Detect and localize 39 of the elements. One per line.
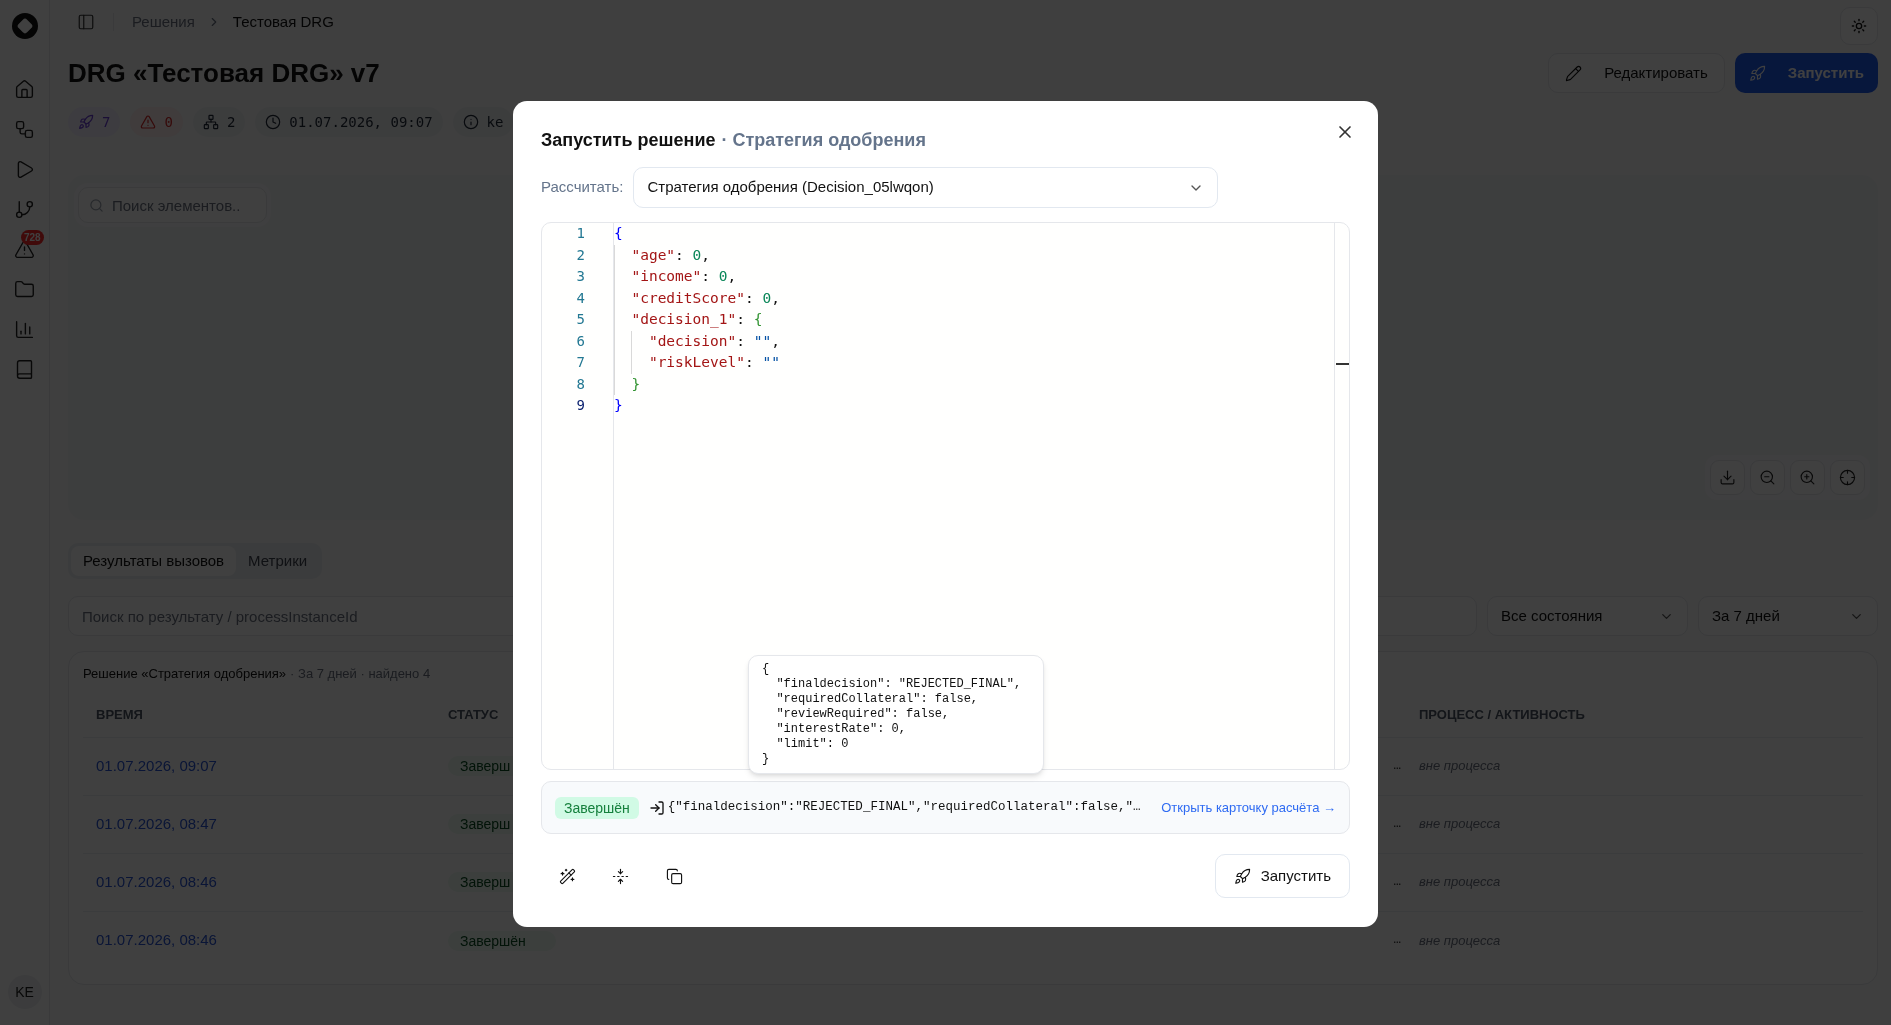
result-text: …	[1393, 932, 1401, 950]
code-line: "creditScore": 0,	[614, 287, 780, 309]
code-line: "riskLevel": ""	[614, 352, 780, 374]
fold-icon	[611, 867, 629, 885]
line-number: 5	[576, 310, 585, 329]
line-number: 9	[576, 396, 585, 415]
magic-wand-icon	[558, 867, 576, 885]
code-line: {	[614, 224, 623, 243]
line-number: 7	[576, 353, 585, 372]
code-line: "age": 0,	[614, 244, 711, 266]
line-number: 8	[576, 374, 585, 394]
line-number: 2	[576, 245, 585, 265]
result-output: {"finaldecision":"REJECTED_FINAL","requiredCollateral":false,"…	[667, 799, 1141, 817]
calculate-label: Рассчитать:	[541, 177, 624, 198]
decision-select[interactable]: Стратегия одобрения (Decision_05lwqon)	[633, 167, 1219, 208]
open-card-link[interactable]: Открыть карточку расчёта →	[1161, 797, 1336, 818]
line-number: 4	[576, 288, 585, 308]
dialog-subtitle: · Стратегия одобрения	[721, 128, 926, 152]
results-title: Решение «Стратегия одобрения»	[83, 665, 287, 683]
status-badge: Завершён	[555, 796, 639, 819]
result-text: …	[1393, 815, 1401, 833]
page-title: DRG «Тестовая DRG» v7	[68, 56, 380, 90]
run-button[interactable]: Запустить	[1214, 854, 1350, 898]
result-text: …	[1393, 757, 1401, 775]
output-icon	[648, 799, 665, 816]
tooltip-json: { "finaldecision": "REJECTED_FINAL", "requiredCollateral": false, "reviewRequired": false, "interestRate": 0, "limit": 0 }	[762, 662, 1023, 767]
code-line: "decision": "",	[614, 330, 780, 352]
code-line: "decision_1": {	[614, 309, 763, 331]
rocket-icon	[1233, 867, 1251, 885]
breadcrumb-current: Тестовая DRG	[232, 11, 334, 32]
code-line: "income": 0,	[614, 266, 737, 288]
line-number: 1	[576, 224, 585, 243]
copy-icon	[665, 867, 683, 885]
dialog-title: Запустить решение	[541, 128, 716, 152]
code-line: }	[614, 373, 641, 395]
line-number: 6	[576, 331, 585, 351]
code-line: }	[614, 396, 623, 415]
line-number: 3	[576, 267, 585, 286]
result-text: …	[1393, 873, 1401, 891]
